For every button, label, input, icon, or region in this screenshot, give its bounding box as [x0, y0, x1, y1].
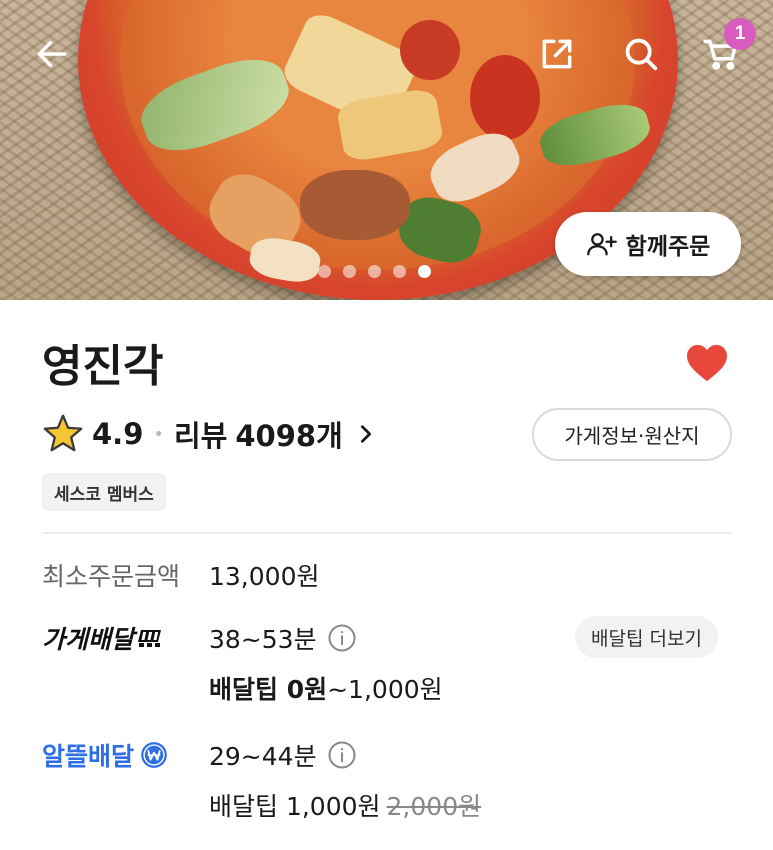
- info-icon[interactable]: [327, 623, 357, 653]
- heart-icon[interactable]: [685, 343, 729, 383]
- store-info-button[interactable]: 가게정보·원산지: [532, 408, 732, 461]
- carousel-dot: [393, 265, 406, 278]
- group-order-label: 함께주문: [625, 234, 711, 260]
- store-delivery-time: 38~53분: [209, 620, 357, 656]
- rating-value: 4.9: [92, 417, 144, 451]
- add-person-icon: [586, 233, 617, 256]
- search-icon[interactable]: [617, 30, 665, 78]
- member-tag: 세스코 멤버스: [42, 473, 166, 511]
- saver-delivery-tip-original: 2,000원: [386, 792, 482, 821]
- won-coin-icon: [141, 742, 167, 768]
- saver-delivery-label: 알뜰배달: [42, 737, 168, 773]
- store-delivery-logo-icon: [138, 630, 162, 647]
- share-icon[interactable]: [533, 30, 581, 78]
- rating-separator: •: [153, 423, 164, 445]
- store-delivery-tip-prefix: 배달팁 0원: [209, 675, 328, 704]
- tip-more-button[interactable]: 배달팁 더보기: [575, 616, 718, 658]
- saver-delivery-tip-text: 배달팁 1,000원: [209, 792, 381, 821]
- carousel-dot: [368, 265, 381, 278]
- store-hero-image[interactable]: 1 함께주문: [0, 0, 773, 300]
- store-delivery-time-text: 38~53분: [209, 625, 317, 654]
- carousel-dot: [318, 265, 331, 278]
- saver-delivery-text: 알뜰배달: [42, 742, 135, 771]
- carousel-dot-active: [418, 265, 431, 278]
- store-name: 영진각: [42, 341, 164, 392]
- back-icon[interactable]: [28, 30, 76, 78]
- carousel-dot: [343, 265, 356, 278]
- chevron-right-icon: [360, 425, 371, 443]
- saver-delivery-time: 29~44분: [209, 737, 357, 773]
- store-delivery-tip: 배달팁 0원~1,000원: [209, 670, 443, 706]
- saver-delivery-tip: 배달팁 1,000원 2,000원: [209, 787, 481, 823]
- store-delivery-label: 가게배달: [42, 620, 164, 656]
- store-delivery-tip-suffix: ~1,000원: [327, 675, 443, 704]
- carousel-indicator: [318, 265, 431, 278]
- min-order-value: 13,000원: [209, 562, 320, 591]
- review-label: 리뷰: [174, 419, 228, 453]
- info-icon[interactable]: [327, 740, 357, 770]
- star-icon: [43, 414, 83, 452]
- review-count: 4098개: [235, 419, 343, 453]
- divider: [42, 532, 732, 534]
- saver-delivery-time-text: 29~44분: [209, 742, 317, 771]
- group-order-button[interactable]: 함께주문: [555, 212, 741, 276]
- store-delivery-text: 가게배달: [42, 625, 135, 654]
- cart-badge: 1: [724, 18, 756, 50]
- rating-row[interactable]: 4.9 • 리뷰 4098개: [42, 413, 377, 455]
- min-order-label: 최소주문금액: [42, 562, 181, 591]
